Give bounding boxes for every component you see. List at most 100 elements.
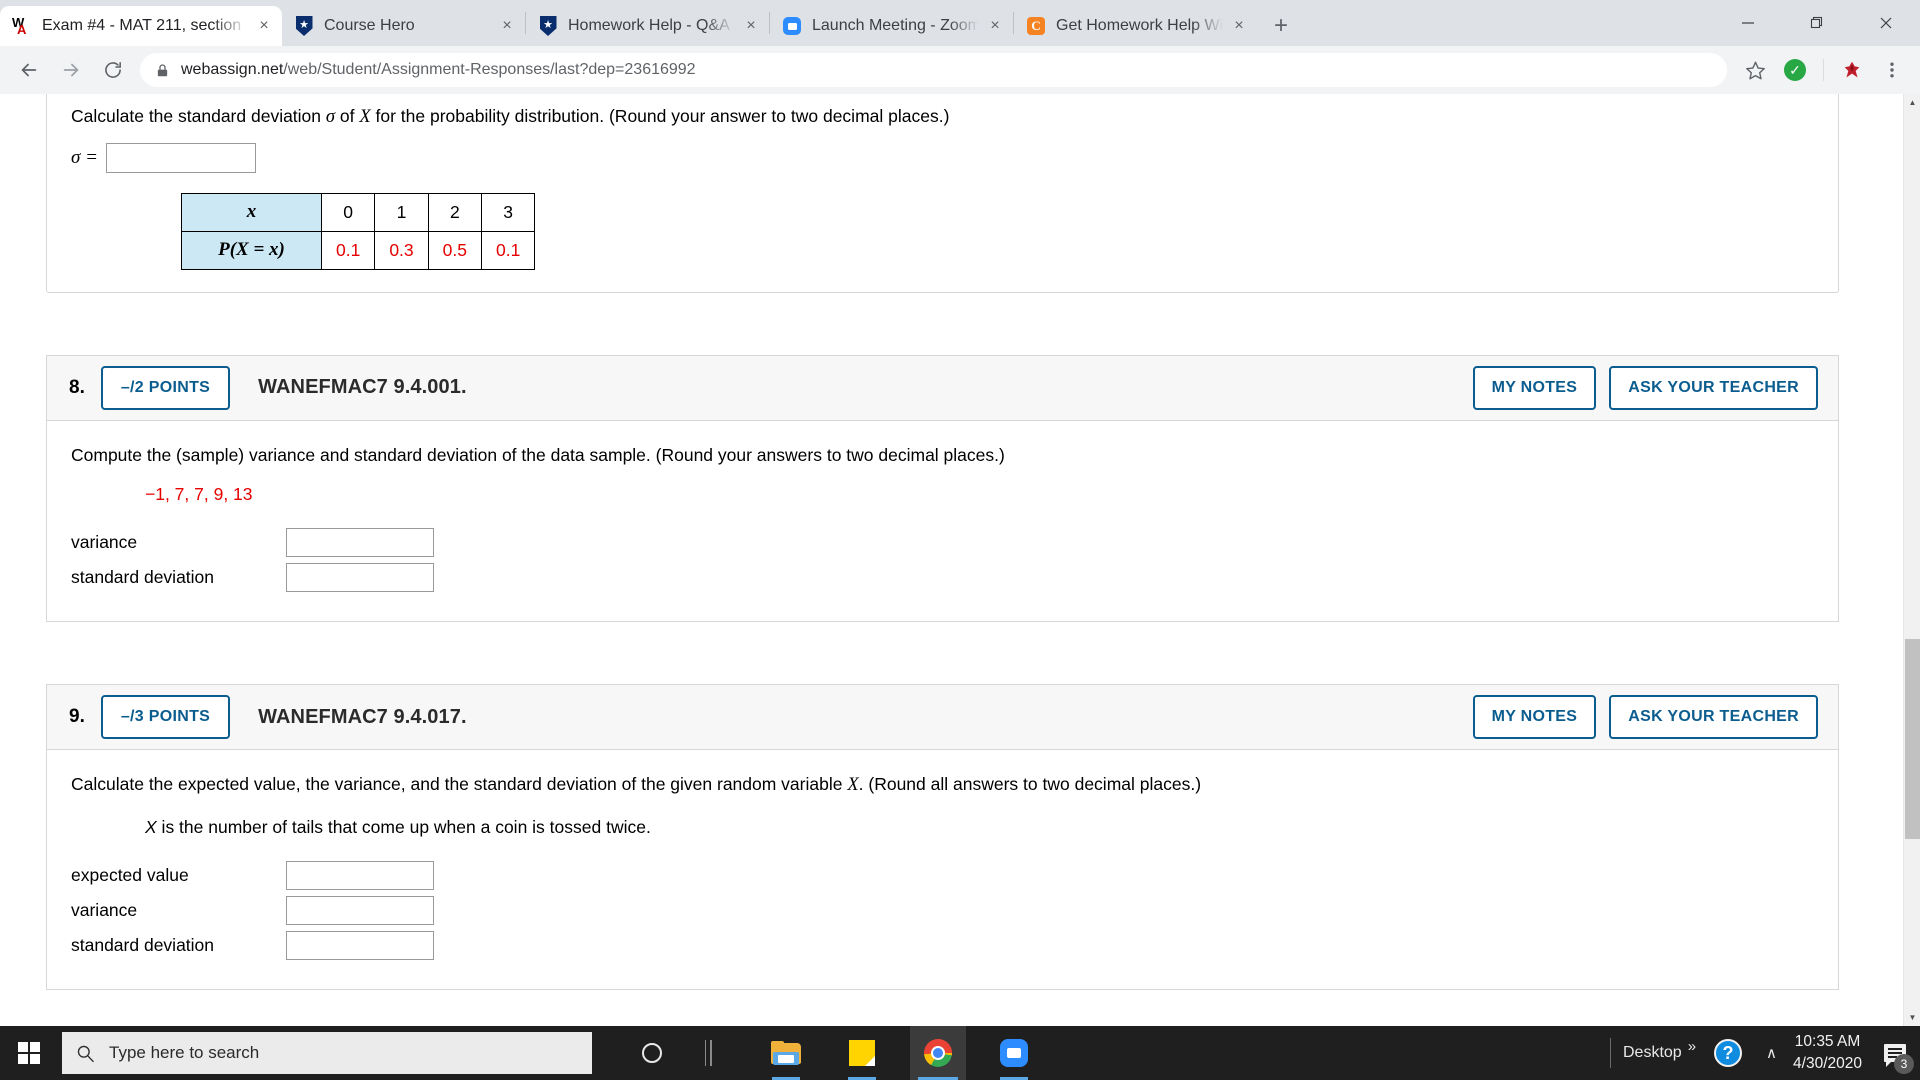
close-icon[interactable]: × <box>1225 12 1253 40</box>
sigma-answer-row: σ = <box>71 142 1814 173</box>
windows-logo-icon <box>18 1042 40 1064</box>
x-value-2: 2 <box>427 192 482 232</box>
question-prompt: Calculate the expected value, the varian… <box>71 772 1814 799</box>
field-row: variance <box>71 525 1814 560</box>
question-8-header: 8. –/2 POINTS WANEFMAC7 9.4.001. MY NOTE… <box>46 354 1839 421</box>
chrome-icon[interactable] <box>910 1026 966 1080</box>
tab-title: Launch Meeting - Zoom <box>812 17 979 34</box>
assignment-body: Calculate the standard deviation σ of X … <box>0 94 1885 990</box>
new-tab-button[interactable]: + <box>1263 8 1299 44</box>
browser-tab-0[interactable]: WA Exam #4 - MAT 211, section × <box>0 6 282 46</box>
question-8: 8. –/2 POINTS WANEFMAC7 9.4.001. MY NOTE… <box>46 354 1839 623</box>
browser-tab-4[interactable]: C Get Homework Help With C × <box>1014 6 1257 46</box>
windows-taskbar: Type here to search Desktop » ? ∧ 10:35 … <box>0 1026 1920 1080</box>
points-badge: –/2 POINTS <box>100 365 231 410</box>
start-button[interactable] <box>0 1026 58 1080</box>
page-viewport: Calculate the standard deviation σ of X … <box>0 94 1920 1026</box>
question-card-partial: Calculate the standard deviation σ of X … <box>46 94 1839 293</box>
zoom-taskbar-icon[interactable] <box>986 1026 1042 1080</box>
p-value-2: 0.5 <box>427 230 482 270</box>
tab-title: Get Homework Help With C <box>1056 17 1223 34</box>
field-row: standard deviation <box>71 560 1814 595</box>
chrome-menu-icon[interactable] <box>1875 53 1909 87</box>
taskbar-search-box[interactable]: Type here to search <box>62 1032 592 1074</box>
clock-date: 4/30/2020 <box>1793 1055 1862 1072</box>
restore-button[interactable] <box>1782 0 1851 46</box>
forward-button[interactable] <box>53 52 89 88</box>
prompt-mid: of <box>335 106 360 126</box>
browser-tab-3[interactable]: Launch Meeting - Zoom × <box>770 6 1013 46</box>
field-label: variance <box>71 900 138 920</box>
table-row-x: x 0 1 2 3 <box>181 192 536 232</box>
field-row: expected value <box>71 858 1814 893</box>
close-icon[interactable]: × <box>493 12 521 40</box>
extension-avatar-icon[interactable] <box>1835 53 1869 87</box>
reload-button[interactable] <box>95 52 131 88</box>
help-icon[interactable]: ? <box>1714 1039 1743 1067</box>
random-variable-statement: X is the number of tails that come up wh… <box>145 817 1814 838</box>
show-hidden-icons-chevron[interactable]: ∧ <box>1766 1044 1777 1062</box>
search-icon <box>76 1044 95 1063</box>
ask-your-teacher-button[interactable]: ASK YOUR TEACHER <box>1609 695 1818 740</box>
star-icon[interactable] <box>1738 53 1772 87</box>
row-header-x: x <box>181 192 322 232</box>
answer-fields: variance standard deviation <box>71 525 1814 595</box>
desktop-label[interactable]: Desktop <box>1615 1044 1690 1062</box>
browser-toolbar: webassign.net/web/Student/Assignment-Res… <box>0 46 1920 94</box>
field-label: standard deviation <box>71 935 215 955</box>
sticky-notes-icon[interactable] <box>834 1026 890 1080</box>
file-explorer-icon[interactable] <box>758 1026 814 1080</box>
notification-badge: 3 <box>1894 1054 1914 1074</box>
sigma-input[interactable] <box>105 142 256 173</box>
close-icon[interactable]: × <box>250 12 278 40</box>
browser-tab-2[interactable]: ★ Homework Help - Q&A from × <box>526 6 769 46</box>
clock-time: 10:35 AM <box>1794 1032 1861 1050</box>
variance-input[interactable] <box>286 896 434 925</box>
question-8-body: Compute the (sample) variance and standa… <box>46 420 1839 623</box>
table-row-p: P(X = x) 0.1 0.3 0.5 0.1 <box>181 230 536 270</box>
variance-input[interactable] <box>286 528 434 558</box>
vertical-scrollbar[interactable]: ▲ ▼ <box>1903 94 1920 1026</box>
expected-value-input[interactable] <box>286 861 434 890</box>
browser-tab-1[interactable]: ★ Course Hero × <box>282 6 525 46</box>
task-view-icon[interactable] <box>680 1026 736 1080</box>
my-notes-button[interactable]: MY NOTES <box>1472 365 1597 410</box>
points-badge: –/3 POINTS <box>100 695 231 740</box>
toolbar-divider <box>1823 59 1824 81</box>
sigma-symbol: σ <box>325 107 336 127</box>
minimize-button[interactable] <box>1713 0 1782 46</box>
my-notes-button[interactable]: MY NOTES <box>1472 695 1597 740</box>
cortana-icon[interactable] <box>624 1026 680 1080</box>
standard-deviation-input[interactable] <box>286 931 434 960</box>
address-bar[interactable]: webassign.net/web/Student/Assignment-Res… <box>140 53 1727 87</box>
field-label: variance <box>71 532 138 553</box>
ask-your-teacher-button[interactable]: ASK YOUR TEACHER <box>1609 365 1818 410</box>
window-controls <box>1713 0 1920 46</box>
prompt-post: for the probability distribution. (Round… <box>370 106 950 126</box>
question-number: 8. <box>69 376 85 398</box>
field-label: expected value <box>71 865 189 885</box>
close-button[interactable] <box>1851 0 1920 46</box>
probability-distribution-table: x 0 1 2 3 P(X = x) 0.1 0.3 0.5 0.1 <box>181 192 536 270</box>
tray-divider <box>1610 1038 1611 1068</box>
variable-x: X <box>847 775 859 796</box>
green-check-extension-icon[interactable]: ✓ <box>1778 53 1812 87</box>
notification-center-icon[interactable]: 3 <box>1876 1026 1914 1080</box>
url-text: webassign.net/web/Student/Assignment-Res… <box>181 61 696 79</box>
tab-strip: WA Exam #4 - MAT 211, section × ★ Course… <box>0 0 1920 46</box>
close-icon[interactable]: × <box>737 12 765 40</box>
scrollbar-thumb[interactable] <box>1905 639 1920 839</box>
x-value-1: 1 <box>374 192 429 232</box>
question-prompt: Calculate the standard deviation σ of X … <box>71 104 1814 131</box>
url-domain: webassign.net <box>181 61 284 78</box>
standard-deviation-input[interactable] <box>286 563 434 593</box>
clock[interactable]: 10:35 AM 4/30/2020 <box>1793 1031 1862 1076</box>
data-sample: −1, 7, 7, 9, 13 <box>145 484 253 505</box>
scroll-up-arrow[interactable]: ▲ <box>1904 94 1920 111</box>
browser-window: WA Exam #4 - MAT 211, section × ★ Course… <box>0 0 1920 1026</box>
close-icon[interactable]: × <box>981 12 1009 40</box>
back-button[interactable] <box>11 52 47 88</box>
question-number: 9. <box>69 706 85 728</box>
url-path: /web/Student/Assignment-Responses/last?d… <box>283 61 696 78</box>
scroll-down-arrow[interactable]: ▼ <box>1904 1009 1920 1026</box>
